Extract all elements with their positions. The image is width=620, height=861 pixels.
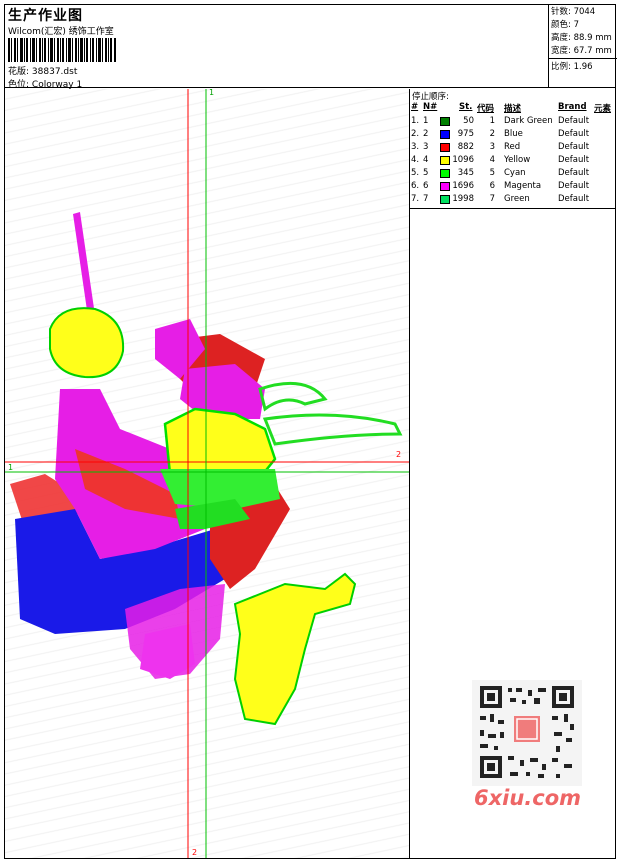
stat-colors: 颜色: 7 xyxy=(551,18,579,30)
row-index: 4. xyxy=(411,155,420,165)
stats-box: 针数: 7044 颜色: 7 高度: 88.9 mm 宽度: 67.7 mm 比… xyxy=(548,4,617,88)
row-code: 4 xyxy=(489,155,495,165)
stat-stitches: 针数: 7044 xyxy=(551,5,595,17)
axis-label-top: 1 xyxy=(209,89,215,97)
row-needle: 2 xyxy=(423,129,429,139)
col-header-element: 元素 xyxy=(594,104,612,114)
stop-sequence-title: 停止顺序: xyxy=(412,92,449,102)
stat-colors-value: 7 xyxy=(573,20,579,30)
color-swatch xyxy=(440,143,450,152)
row-description: Dark Green xyxy=(504,116,553,126)
col-header-needle: N# xyxy=(423,102,438,112)
row-stitches: 1998 xyxy=(452,194,474,204)
seal-stamp xyxy=(514,716,540,742)
stop-row[interactable]: 2. 2 975 2 Blue Default xyxy=(410,128,616,141)
company-name: Wilcom(汇宏) 绣饰工作室 xyxy=(8,27,114,37)
row-index: 3. xyxy=(411,142,420,152)
stat-width: 宽度: 67.7 mm xyxy=(551,44,612,56)
axis-label-bottom: 2 xyxy=(192,848,198,857)
color-swatch xyxy=(440,169,450,178)
axis-label-left: 1 xyxy=(8,463,14,472)
row-description: Yellow xyxy=(504,155,531,165)
stat-stitches-value: 7044 xyxy=(573,7,596,17)
design-file: 花版: 38837.dst xyxy=(8,64,77,77)
col-header-stitches: St. xyxy=(459,102,473,112)
page-title: 生产作业图 xyxy=(8,8,83,24)
axis-label-right: 2 xyxy=(396,450,402,459)
stop-row[interactable]: 1. 1 50 1 Dark Green Default xyxy=(410,115,616,128)
header: 生产作业图 Wilcom(汇宏) 绣饰工作室 花版: 38837.dst 色位:… xyxy=(4,4,617,90)
stop-row[interactable]: 5. 5 345 5 Cyan Default xyxy=(410,167,616,180)
row-needle: 6 xyxy=(423,181,429,191)
color-swatch xyxy=(440,182,450,191)
row-code: 5 xyxy=(489,168,495,178)
row-stitches: 345 xyxy=(457,168,474,178)
row-stitches: 50 xyxy=(463,116,474,126)
color-swatch xyxy=(440,117,450,126)
row-index: 2. xyxy=(411,129,420,139)
row-stitches: 882 xyxy=(457,142,474,152)
row-brand: Default xyxy=(558,155,590,165)
stat-colors-label: 颜色: xyxy=(551,20,571,30)
row-description: Red xyxy=(504,142,521,152)
row-description: Cyan xyxy=(504,168,526,178)
row-code: 6 xyxy=(489,181,495,191)
color-swatch xyxy=(440,130,450,139)
stat-stitches-label: 针数: xyxy=(551,7,571,17)
row-brand: Default xyxy=(558,181,590,191)
stop-row[interactable]: 3. 3 882 3 Red Default xyxy=(410,141,616,154)
barcode xyxy=(8,38,116,62)
row-needle: 4 xyxy=(423,155,429,165)
design-file-name: 38837.dst xyxy=(31,67,78,77)
stat-height-value: 88.9 mm xyxy=(573,33,612,43)
stat-scale-label: 比例: xyxy=(551,62,571,72)
stat-height: 高度: 88.9 mm xyxy=(551,31,612,43)
row-brand: Default xyxy=(558,129,590,139)
col-header-index: # xyxy=(411,102,419,112)
design-label: 花版: xyxy=(8,67,30,77)
row-stitches: 975 xyxy=(457,129,474,139)
color-swatch xyxy=(440,195,450,204)
row-needle: 3 xyxy=(423,142,429,152)
stat-width-label: 宽度: xyxy=(551,46,571,56)
embroidery-design xyxy=(5,89,409,858)
stats-divider xyxy=(549,58,617,59)
design-preview[interactable]: 1 2 1 2 xyxy=(5,89,409,858)
qr-code xyxy=(472,680,582,786)
stat-scale-value: 1.96 xyxy=(573,62,593,72)
row-description: Magenta xyxy=(504,181,542,191)
row-stitches: 1696 xyxy=(452,181,474,191)
col-header-description: 描述 xyxy=(504,104,522,114)
row-code: 1 xyxy=(489,116,495,126)
watermark-text: 6xiu.com xyxy=(474,786,582,810)
col-header-code: 代码 xyxy=(477,104,495,114)
row-brand: Default xyxy=(558,116,590,126)
stat-width-value: 67.7 mm xyxy=(573,46,612,56)
row-index: 7. xyxy=(411,194,420,204)
stat-height-label: 高度: xyxy=(551,33,571,43)
row-brand: Default xyxy=(558,142,590,152)
row-stitches: 1096 xyxy=(452,155,474,165)
color-swatch xyxy=(440,156,450,165)
row-brand: Default xyxy=(558,168,590,178)
stop-row[interactable]: 7. 7 1998 7 Green Default xyxy=(410,193,616,206)
stop-row[interactable]: 6. 6 1696 6 Magenta Default xyxy=(410,180,616,193)
stop-sequence-panel: 停止顺序: # N# St. 代码 描述 Brand 元素 1. 1 50 1 Dark… xyxy=(410,89,616,209)
row-description: Blue xyxy=(504,129,523,139)
row-index: 6. xyxy=(411,181,420,191)
row-index: 5. xyxy=(411,168,420,178)
row-code: 7 xyxy=(489,194,495,204)
stop-row[interactable]: 4. 4 1096 4 Yellow Default xyxy=(410,154,616,167)
row-needle: 7 xyxy=(423,194,429,204)
row-index: 1. xyxy=(411,116,420,126)
row-description: Green xyxy=(504,194,530,204)
row-brand: Default xyxy=(558,194,590,204)
row-code: 3 xyxy=(489,142,495,152)
row-needle: 1 xyxy=(423,116,429,126)
row-needle: 5 xyxy=(423,168,429,178)
stat-scale: 比例: 1.96 xyxy=(551,60,593,72)
row-code: 2 xyxy=(489,129,495,139)
col-header-brand: Brand xyxy=(558,102,587,112)
